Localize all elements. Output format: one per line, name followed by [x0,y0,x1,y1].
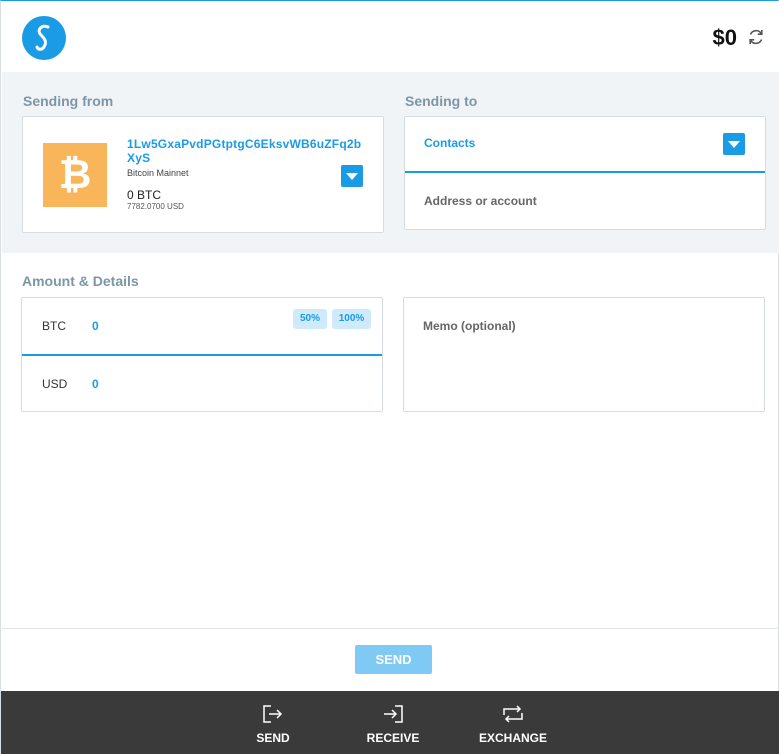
memo-card[interactable]: Memo (optional) [403,297,765,412]
sending-from-label: Sending from [23,93,114,109]
amount-details-label: Amount & Details [22,273,139,289]
nav-send-label: SEND [256,731,290,745]
wallet-address[interactable]: 1Lw5GxaPvdPGtptgC6EksvWB6uZFq2bXyS [127,137,365,165]
nav-receive-label: RECEIVE [366,731,420,745]
refresh-icon[interactable] [746,27,766,47]
contacts-dropdown-button[interactable] [723,133,745,155]
nav-exchange-label: EXCHANGE [478,731,547,745]
send-icon [263,705,283,723]
wallet-dropdown-button[interactable] [341,165,363,187]
contacts-divider [405,171,765,173]
exchange-icon [503,705,523,723]
usd-amount-input[interactable]: 0 [92,377,99,391]
footer-divider [2,628,779,629]
btc-amount-label: BTC [42,319,66,333]
header: $0 [1,2,779,72]
amount-card: BTC 0 50% 100% USD 0 [21,297,383,412]
nav-exchange[interactable]: EXCHANGE [468,691,558,754]
transfer-band: Sending from Sending to ₿ 1Lw5GxaPvdPGtp… [2,72,779,253]
send-button[interactable]: SEND [355,645,432,674]
receive-icon [384,705,403,723]
amount-divider [22,354,382,356]
wallet-logo-icon[interactable] [22,16,66,60]
nav-receive[interactable]: RECEIVE [348,691,438,754]
sending-to-label: Sending to [405,93,478,109]
contacts-label[interactable]: Contacts [424,136,475,150]
network-name: Bitcoin Mainnet [127,168,189,178]
btc-amount-input[interactable]: 0 [92,319,99,333]
sending-to-card: Contacts Address or account [404,116,766,230]
usd-amount-label: USD [42,377,68,391]
btc-balance: 0 BTC [127,188,162,202]
nav-send[interactable]: SEND [228,691,318,754]
sending-from-card[interactable]: ₿ 1Lw5GxaPvdPGtptgC6EksvWB6uZFq2bXyS Bit… [22,116,384,233]
svg-text:₿: ₿ [59,153,92,197]
usd-balance: 7782.0700 USD [127,202,184,211]
memo-input[interactable]: Memo (optional) [423,319,516,333]
fifty-percent-button[interactable]: 50% [293,309,327,329]
app-window: $0 Sending from Sending to ₿ 1Lw5GxaPvdP… [0,0,779,754]
address-input[interactable]: Address or account [424,194,537,208]
bottom-nav: SEND RECEIVE EXCHANGE [1,691,779,754]
total-balance: $0 [712,25,737,50]
hundred-percent-button[interactable]: 100% [332,309,371,329]
bitcoin-icon: ₿ [43,143,107,207]
